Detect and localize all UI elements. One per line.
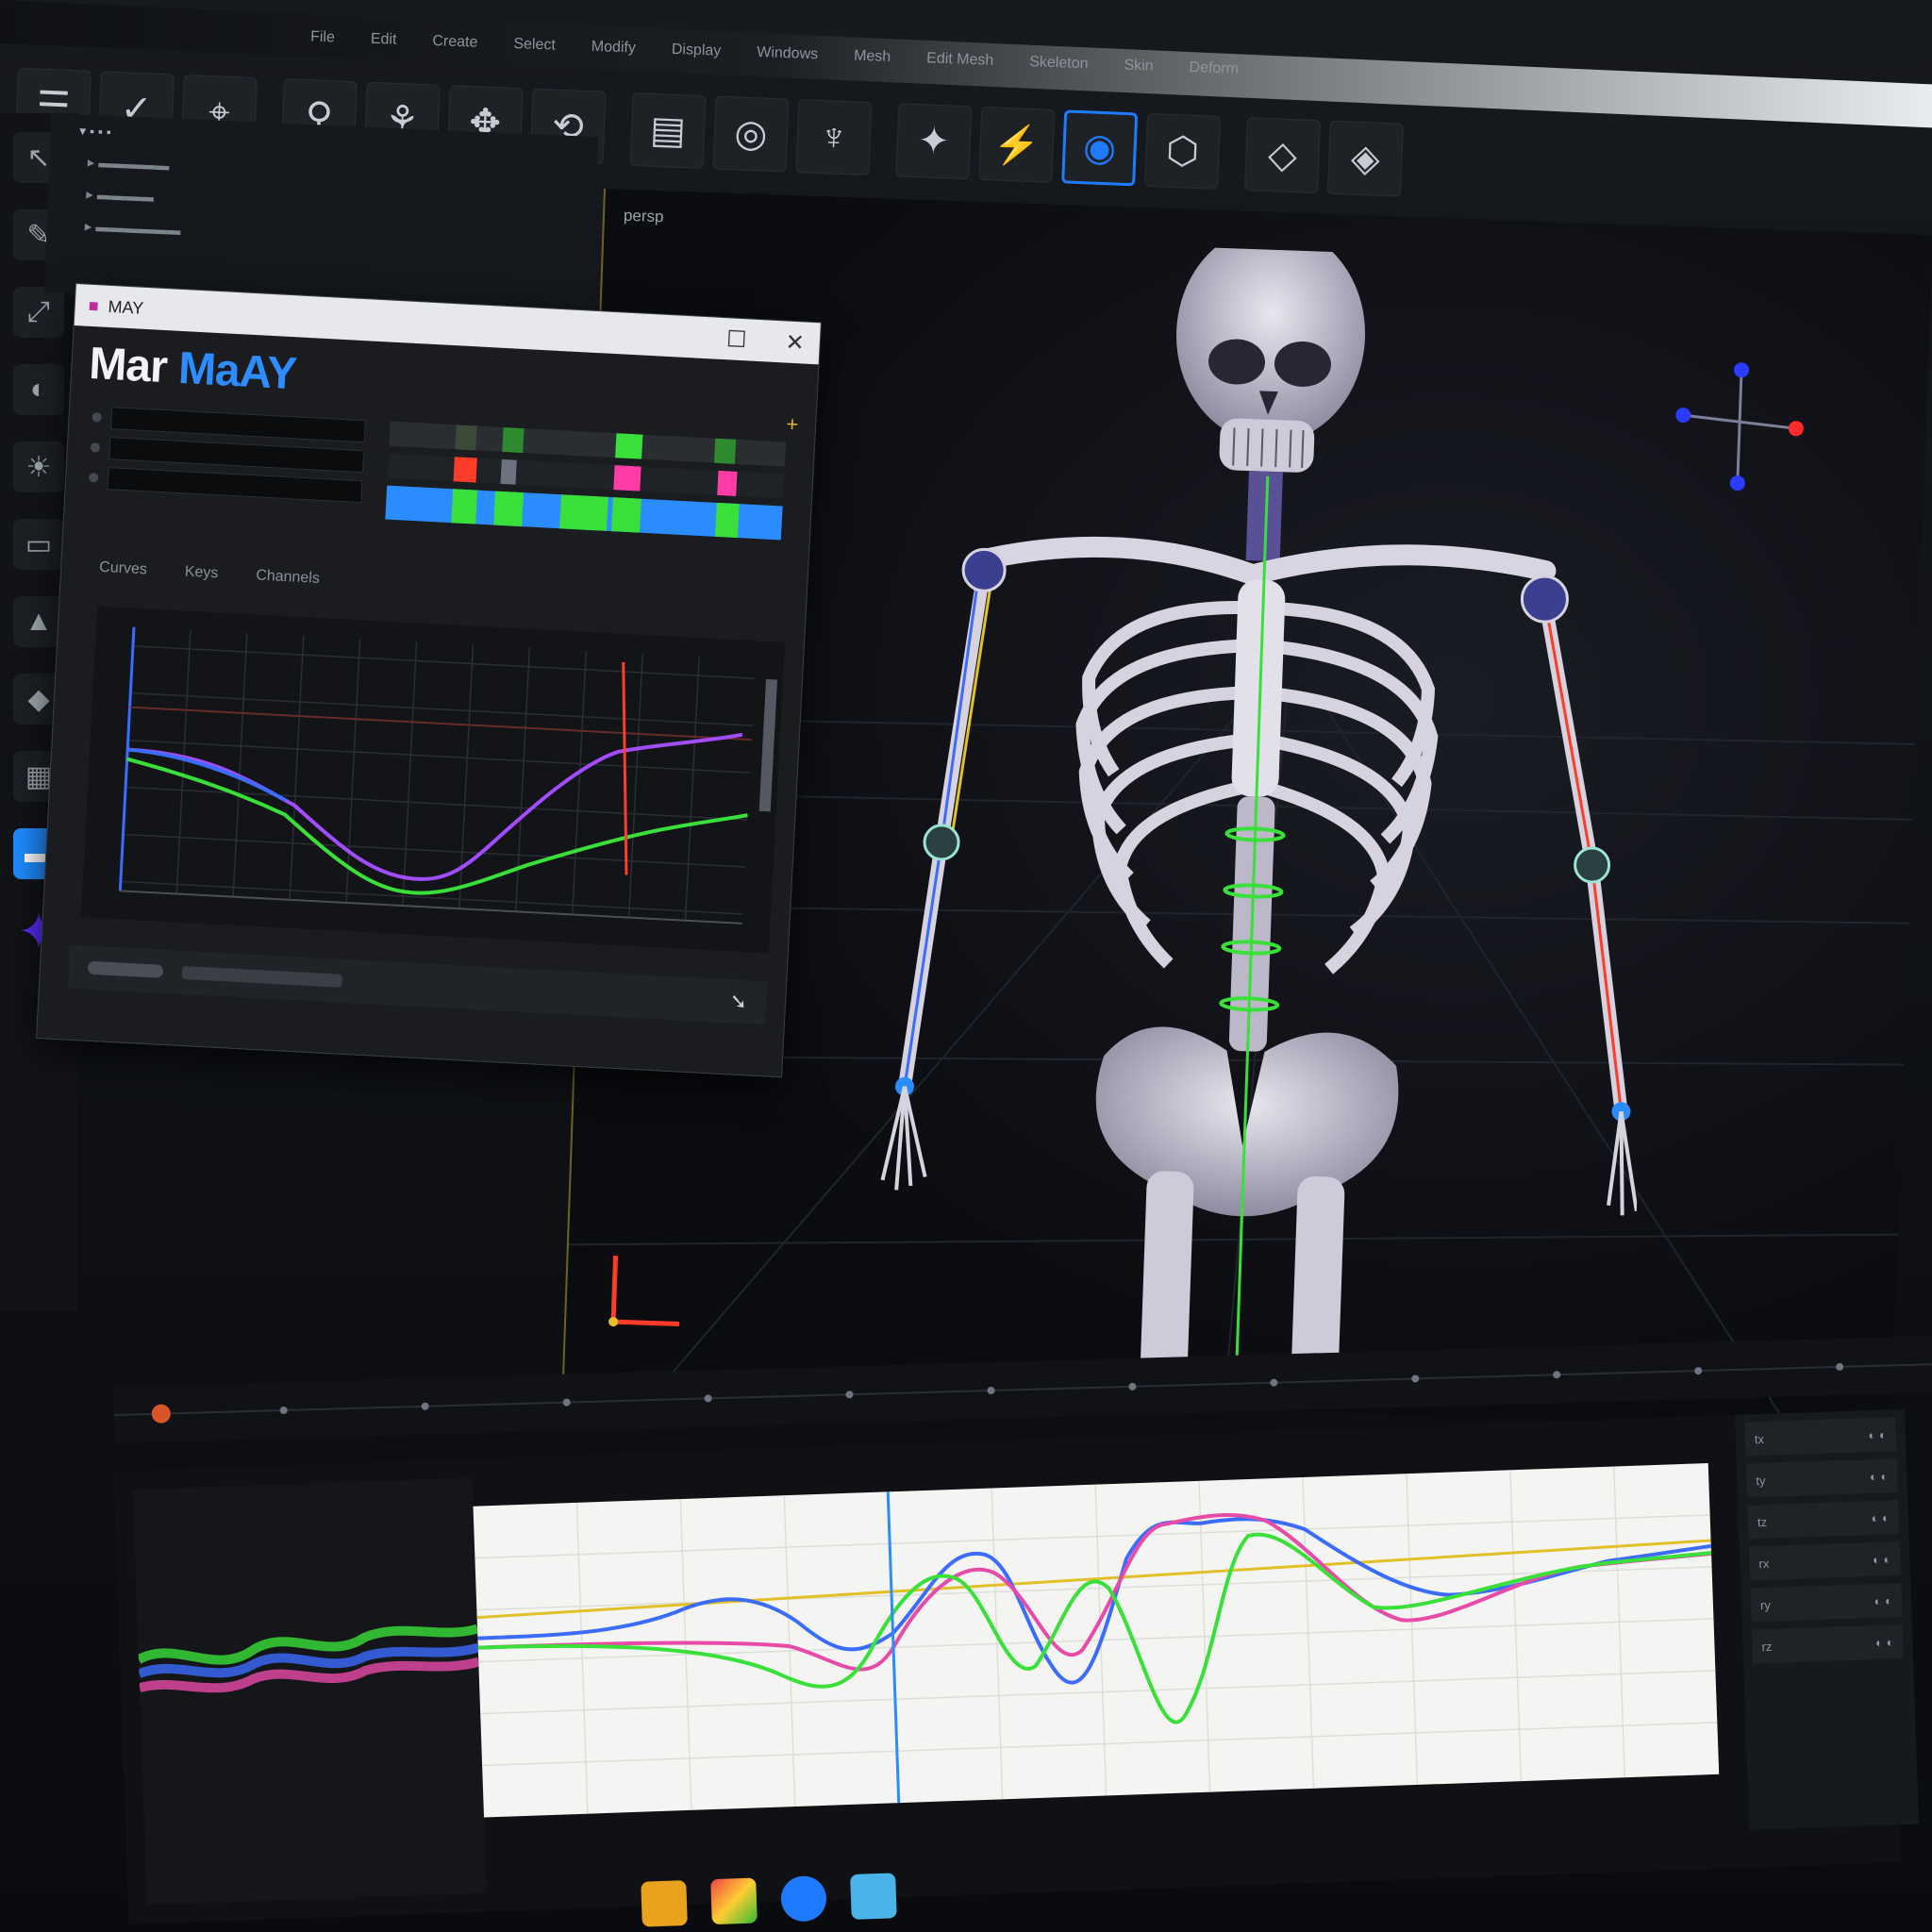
maya-app-icon[interactable] bbox=[850, 1873, 897, 1920]
tab-channels[interactable]: Channels bbox=[256, 567, 320, 588]
footer-field[interactable] bbox=[181, 965, 343, 988]
animation-curves-plot[interactable] bbox=[473, 1462, 1720, 1818]
maximize-icon[interactable]: ☐ bbox=[711, 325, 761, 355]
brand-word-2: MaAY bbox=[176, 342, 298, 400]
menu-item[interactable]: Deform bbox=[1189, 59, 1239, 78]
bone-icon[interactable]: ✦ bbox=[895, 103, 973, 180]
key-tangent-icon[interactable]: ◇ bbox=[1243, 117, 1322, 194]
taskbar bbox=[641, 1873, 897, 1927]
orbit-icon[interactable]: ◎ bbox=[712, 95, 790, 173]
menu-item[interactable]: File bbox=[310, 29, 335, 47]
curve-blue[interactable] bbox=[125, 747, 288, 803]
mini-curves bbox=[136, 1624, 480, 1693]
menu-item[interactable]: Select bbox=[513, 36, 556, 55]
menu-item[interactable]: Display bbox=[672, 42, 722, 60]
edge-app-icon[interactable] bbox=[780, 1874, 827, 1923]
channel-row[interactable]: ry ◐ ◐ bbox=[1750, 1582, 1903, 1623]
key-diamond-icon[interactable]: ◈ bbox=[1326, 120, 1404, 197]
channel-row[interactable]: tx ◐ ◐ bbox=[1744, 1417, 1897, 1457]
app-logo-icon: ■ bbox=[88, 295, 100, 315]
graph-editor-icon[interactable]: ▤ bbox=[629, 92, 707, 170]
render-icon[interactable]: ⚡ bbox=[978, 106, 1056, 183]
bottom-graph-editor[interactable]: tx ◐ ◐ ty ◐ ◐ tz ◐ ◐ rx ◐ ◐ ry ◐ ◐ rz ◐ ◐ bbox=[113, 1408, 1920, 1924]
light-tool-icon[interactable]: ☀ bbox=[13, 441, 64, 492]
curve-green[interactable] bbox=[121, 757, 749, 910]
folder-app-icon[interactable] bbox=[641, 1880, 688, 1927]
current-time-marker[interactable] bbox=[612, 661, 638, 875]
folder-tool-icon[interactable]: ▭ bbox=[13, 519, 64, 570]
camera-icon[interactable]: ◉ bbox=[1061, 109, 1139, 187]
menu-item[interactable]: Create bbox=[432, 33, 478, 52]
graph-scrollbar[interactable] bbox=[758, 678, 778, 812]
channel-row[interactable]: ty ◐ ◐ bbox=[1745, 1458, 1898, 1498]
channel-row[interactable]: rx ◐ ◐ bbox=[1748, 1541, 1901, 1581]
arrow-icon[interactable]: ➘ bbox=[729, 989, 748, 1014]
monitor-screen: File Edit Create Select Modify Display Windows… bbox=[0, 0, 1932, 1932]
browser-app-icon[interactable] bbox=[710, 1877, 758, 1925]
view-axis-gizmo[interactable] bbox=[1671, 349, 1807, 505]
channel-row[interactable]: tz ◐ ◐ bbox=[1747, 1499, 1900, 1540]
world-axis-icon bbox=[608, 1256, 680, 1327]
graph-outline-panel bbox=[132, 1477, 487, 1906]
attribute-row[interactable] bbox=[88, 466, 363, 504]
dope-sheet[interactable] bbox=[385, 421, 787, 556]
curve-graph[interactable] bbox=[80, 606, 786, 954]
menu-item[interactable]: Skeleton bbox=[1029, 54, 1089, 73]
graph-editor-window[interactable]: ■ MAY ☐ ✕ Mar MaAY + Curves Keys Channel… bbox=[36, 283, 822, 1078]
curve-tabs: Curves Keys Channels bbox=[99, 559, 320, 588]
sculpt-tool-icon[interactable]: ◐ bbox=[13, 364, 64, 415]
channel-row[interactable]: rz ◐ ◐ bbox=[1751, 1624, 1905, 1664]
attribute-row[interactable] bbox=[92, 406, 366, 443]
menu-item[interactable]: Windows bbox=[757, 44, 818, 63]
footer-toggle[interactable] bbox=[87, 960, 164, 978]
menu-item[interactable]: Edit bbox=[371, 31, 397, 49]
channel-box: tx ◐ ◐ ty ◐ ◐ tz ◐ ◐ rx ◐ ◐ ry ◐ ◐ rz ◐ ◐ bbox=[1734, 1408, 1920, 1830]
scale-tool-icon[interactable]: ⤢ bbox=[13, 287, 64, 338]
pose-icon[interactable]: ♆ bbox=[795, 99, 873, 176]
snap-icon[interactable]: ⬡ bbox=[1144, 112, 1222, 190]
menu-item[interactable]: Skin bbox=[1124, 58, 1154, 75]
brand-wordmark: Mar MaAY bbox=[88, 338, 297, 400]
tab-keys[interactable]: Keys bbox=[184, 563, 218, 582]
close-icon[interactable]: ✕ bbox=[770, 327, 820, 358]
curve-purple[interactable] bbox=[122, 703, 743, 896]
menu-item[interactable]: Modify bbox=[591, 39, 636, 58]
skull[interactable] bbox=[1173, 234, 1369, 446]
window-title: MAY bbox=[108, 296, 144, 318]
brand-word-1: Mar bbox=[88, 338, 169, 393]
tab-curves[interactable]: Curves bbox=[99, 559, 148, 579]
menu-item[interactable]: Mesh bbox=[854, 48, 891, 66]
add-icon[interactable]: + bbox=[786, 412, 799, 438]
skeleton-rig[interactable] bbox=[782, 234, 1670, 1395]
menu-item[interactable]: Edit Mesh bbox=[926, 50, 994, 69]
window-footer: ➘ bbox=[67, 944, 768, 1025]
